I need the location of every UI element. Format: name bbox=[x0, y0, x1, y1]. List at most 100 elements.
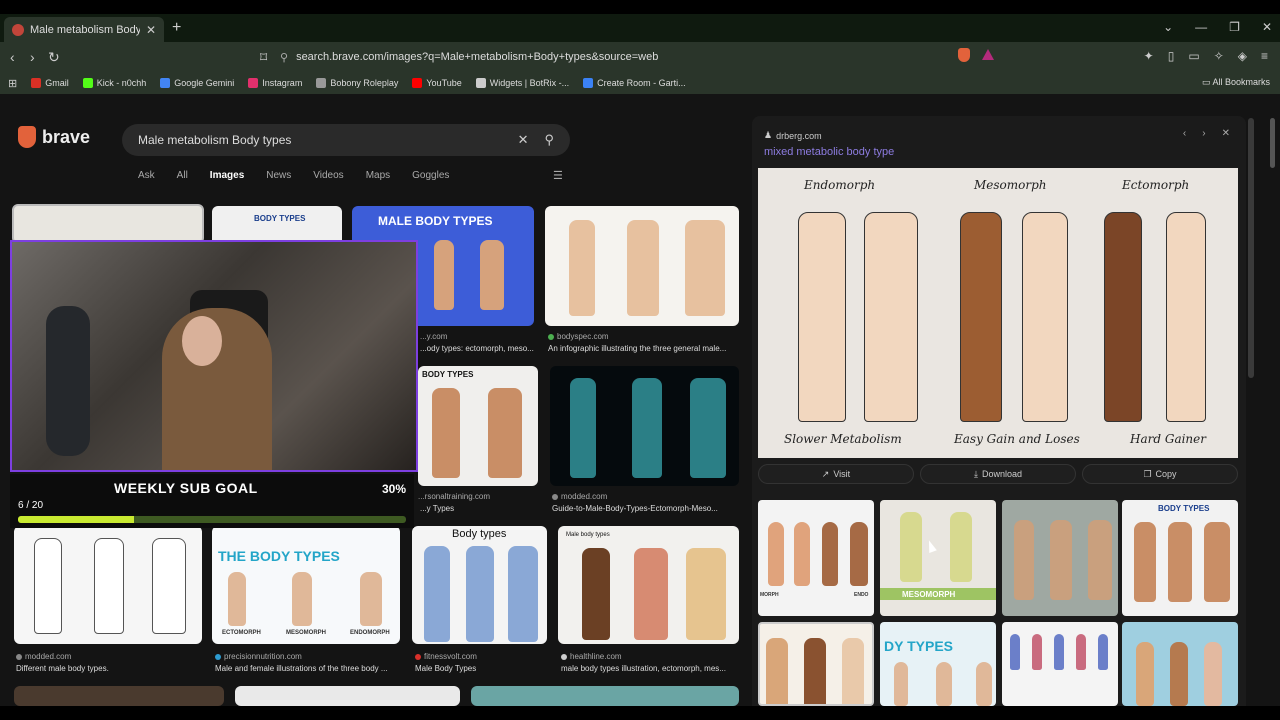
back-icon[interactable]: ‹ bbox=[10, 49, 15, 65]
result-image-7[interactable] bbox=[14, 526, 202, 644]
tab-title: Male metabolism Body types - B bbox=[30, 23, 140, 36]
bookmark-garti[interactable]: Create Room - Garti... bbox=[583, 78, 686, 88]
result-image-1[interactable] bbox=[12, 204, 204, 244]
result-title[interactable]: ...y Types bbox=[420, 504, 538, 513]
result-site[interactable]: ...rsonaltraining.com bbox=[418, 492, 490, 501]
close-preview-icon[interactable]: ✕ bbox=[1222, 128, 1230, 139]
previous-icon[interactable]: ‹ bbox=[1183, 128, 1186, 139]
result-site[interactable]: healthline.com bbox=[561, 652, 622, 661]
related-image-6[interactable]: DY TYPES bbox=[880, 622, 996, 706]
brave-shields-icon[interactable] bbox=[958, 48, 970, 62]
result-site[interactable]: modded.com bbox=[552, 492, 607, 501]
result-title[interactable]: An infographic illustrating the three ge… bbox=[548, 344, 738, 353]
tab-list-chevron-icon[interactable]: ⌄ bbox=[1163, 20, 1173, 34]
result-image-4[interactable] bbox=[545, 206, 739, 326]
page-scrollbar[interactable] bbox=[1270, 118, 1275, 168]
figure bbox=[1168, 522, 1192, 602]
figure bbox=[1076, 634, 1086, 670]
result-title[interactable]: ...ody types: ectomorph, meso... bbox=[420, 344, 538, 353]
result-site[interactable]: ...y.com bbox=[420, 332, 447, 341]
preview-image[interactable]: Endomorph Mesomorph Ectomorph Slower Met… bbox=[758, 168, 1238, 458]
copy-button[interactable]: ❐ Copy bbox=[1082, 464, 1238, 484]
bookmark-youtube[interactable]: YouTube bbox=[412, 78, 462, 88]
related-image-4[interactable]: BODY TYPES bbox=[1122, 500, 1238, 616]
address-bar[interactable]: ⚲ search.brave.com/images?q=Male+metabol… bbox=[280, 46, 1000, 68]
preview-scrollbar[interactable] bbox=[1248, 118, 1254, 378]
visit-button[interactable]: ↗ Visit bbox=[758, 464, 914, 484]
related-image-2[interactable]: MESOMORPH bbox=[880, 500, 996, 616]
result-image-11[interactable] bbox=[14, 686, 224, 706]
result-site[interactable]: bodyspec.com bbox=[548, 332, 609, 341]
minimize-icon[interactable]: — bbox=[1195, 20, 1207, 34]
close-window-icon[interactable]: ✕ bbox=[1262, 20, 1272, 34]
menu-icon[interactable]: ≡ bbox=[1261, 49, 1268, 63]
sidebar-icon[interactable]: ▯ bbox=[1168, 49, 1175, 63]
bookmark-kick[interactable]: Kick - n0chh bbox=[82, 78, 146, 88]
tab-images[interactable]: Images bbox=[210, 170, 244, 181]
result-title[interactable]: Different male body types. bbox=[16, 664, 202, 673]
tab-active[interactable]: Male metabolism Body types - B ✕ bbox=[4, 17, 164, 42]
result-image-9[interactable]: Body types bbox=[412, 526, 547, 644]
apps-icon[interactable]: ⊞ bbox=[8, 77, 17, 90]
download-button[interactable]: ⤓ Download bbox=[920, 464, 1076, 484]
result-site[interactable]: precisionnutrition.com bbox=[215, 652, 302, 661]
goal-count: 6 / 20 bbox=[18, 500, 44, 511]
new-tab-button[interactable]: + bbox=[172, 19, 181, 37]
result-image-13[interactable] bbox=[471, 686, 739, 706]
reload-icon[interactable]: ↻ bbox=[48, 49, 60, 66]
preview-caption-easy: Easy Gain and Loses bbox=[954, 432, 1080, 446]
restore-icon[interactable]: ❐ bbox=[1229, 20, 1240, 34]
result-image-8[interactable]: THE BODY TYPES ECTOMORPH MESOMORPH ENDOM… bbox=[212, 526, 400, 644]
bookmark-bobony[interactable]: Bobony Roleplay bbox=[316, 78, 398, 88]
bookmark-botrix[interactable]: Widgets | BotRix -... bbox=[475, 78, 569, 88]
bookmark-gmail[interactable]: Gmail bbox=[31, 78, 69, 88]
tab-goggles[interactable]: Goggles bbox=[412, 170, 449, 181]
brave-rewards-icon[interactable] bbox=[982, 49, 994, 60]
result-title[interactable]: Male and female illustrations of the thr… bbox=[215, 664, 401, 673]
result-site[interactable]: modded.com bbox=[16, 652, 71, 661]
search-input[interactable]: Male metabolism Body types ✕ ⚲ bbox=[122, 124, 570, 156]
result-image-12[interactable] bbox=[235, 686, 460, 706]
tab-videos[interactable]: Videos bbox=[313, 170, 343, 181]
figure bbox=[632, 378, 662, 478]
tab-news[interactable]: News bbox=[266, 170, 291, 181]
related-image-8[interactable] bbox=[1122, 622, 1238, 706]
preview-site[interactable]: ♟ drberg.com bbox=[764, 130, 822, 141]
related-image-5[interactable] bbox=[758, 622, 874, 706]
result-image-5[interactable]: BODY TYPES bbox=[418, 366, 538, 486]
search-icon[interactable]: ⚲ bbox=[544, 132, 554, 148]
result-title[interactable]: Guide-to-Male-Body-Types-Ectomorph-Meso.… bbox=[552, 504, 738, 513]
result-title[interactable]: male body types illustration, ectomorph,… bbox=[561, 664, 739, 673]
all-bookmarks-button[interactable]: ▭ All Bookmarks bbox=[1202, 77, 1270, 88]
result-image-10[interactable]: Male body types bbox=[558, 526, 739, 644]
preview-actions: ↗ Visit ⤓ Download ❐ Copy bbox=[758, 464, 1238, 484]
bookmark-icon[interactable]: ⌑ bbox=[260, 49, 267, 66]
extensions-icon[interactable]: ✦ bbox=[1144, 49, 1154, 63]
result-image-6[interactable] bbox=[550, 366, 739, 486]
wallet-icon[interactable]: ▭ bbox=[1188, 49, 1199, 63]
leo-icon[interactable]: ✧ bbox=[1214, 49, 1224, 63]
vpn-icon[interactable]: ◈ bbox=[1238, 49, 1247, 63]
related-image-3[interactable] bbox=[1002, 500, 1118, 616]
clear-icon[interactable]: ✕ bbox=[518, 132, 529, 148]
title-bar: Male metabolism Body types - B ✕ + ⌄ — ❐… bbox=[0, 14, 1280, 42]
figure bbox=[508, 546, 538, 642]
preview-title[interactable]: mixed metabolic body type bbox=[764, 146, 894, 158]
result-title[interactable]: Male Body Types bbox=[415, 664, 545, 673]
figure bbox=[900, 512, 922, 582]
forward-icon[interactable]: › bbox=[30, 49, 35, 65]
bookmark-instagram[interactable]: Instagram bbox=[248, 78, 302, 88]
tab-all[interactable]: All bbox=[177, 170, 188, 181]
close-tab-icon[interactable]: ✕ bbox=[146, 23, 156, 37]
related-image-1[interactable]: MORPH ENDO bbox=[758, 500, 874, 616]
tab-ask[interactable]: Ask bbox=[138, 170, 155, 181]
result-site[interactable]: fitnessvolt.com bbox=[415, 652, 477, 661]
next-icon[interactable]: › bbox=[1202, 128, 1205, 139]
bookmark-gemini[interactable]: Google Gemini bbox=[160, 78, 234, 88]
bookmarks-bar: ⊞ Gmail Kick - n0chh Google Gemini Insta… bbox=[0, 72, 1280, 94]
brave-logo[interactable]: brave bbox=[18, 126, 90, 148]
related-image-7[interactable] bbox=[1002, 622, 1118, 706]
filter-settings-icon[interactable]: ☰ bbox=[553, 169, 563, 182]
tab-maps[interactable]: Maps bbox=[366, 170, 390, 181]
site-info-icon[interactable]: ⚲ bbox=[280, 51, 288, 64]
